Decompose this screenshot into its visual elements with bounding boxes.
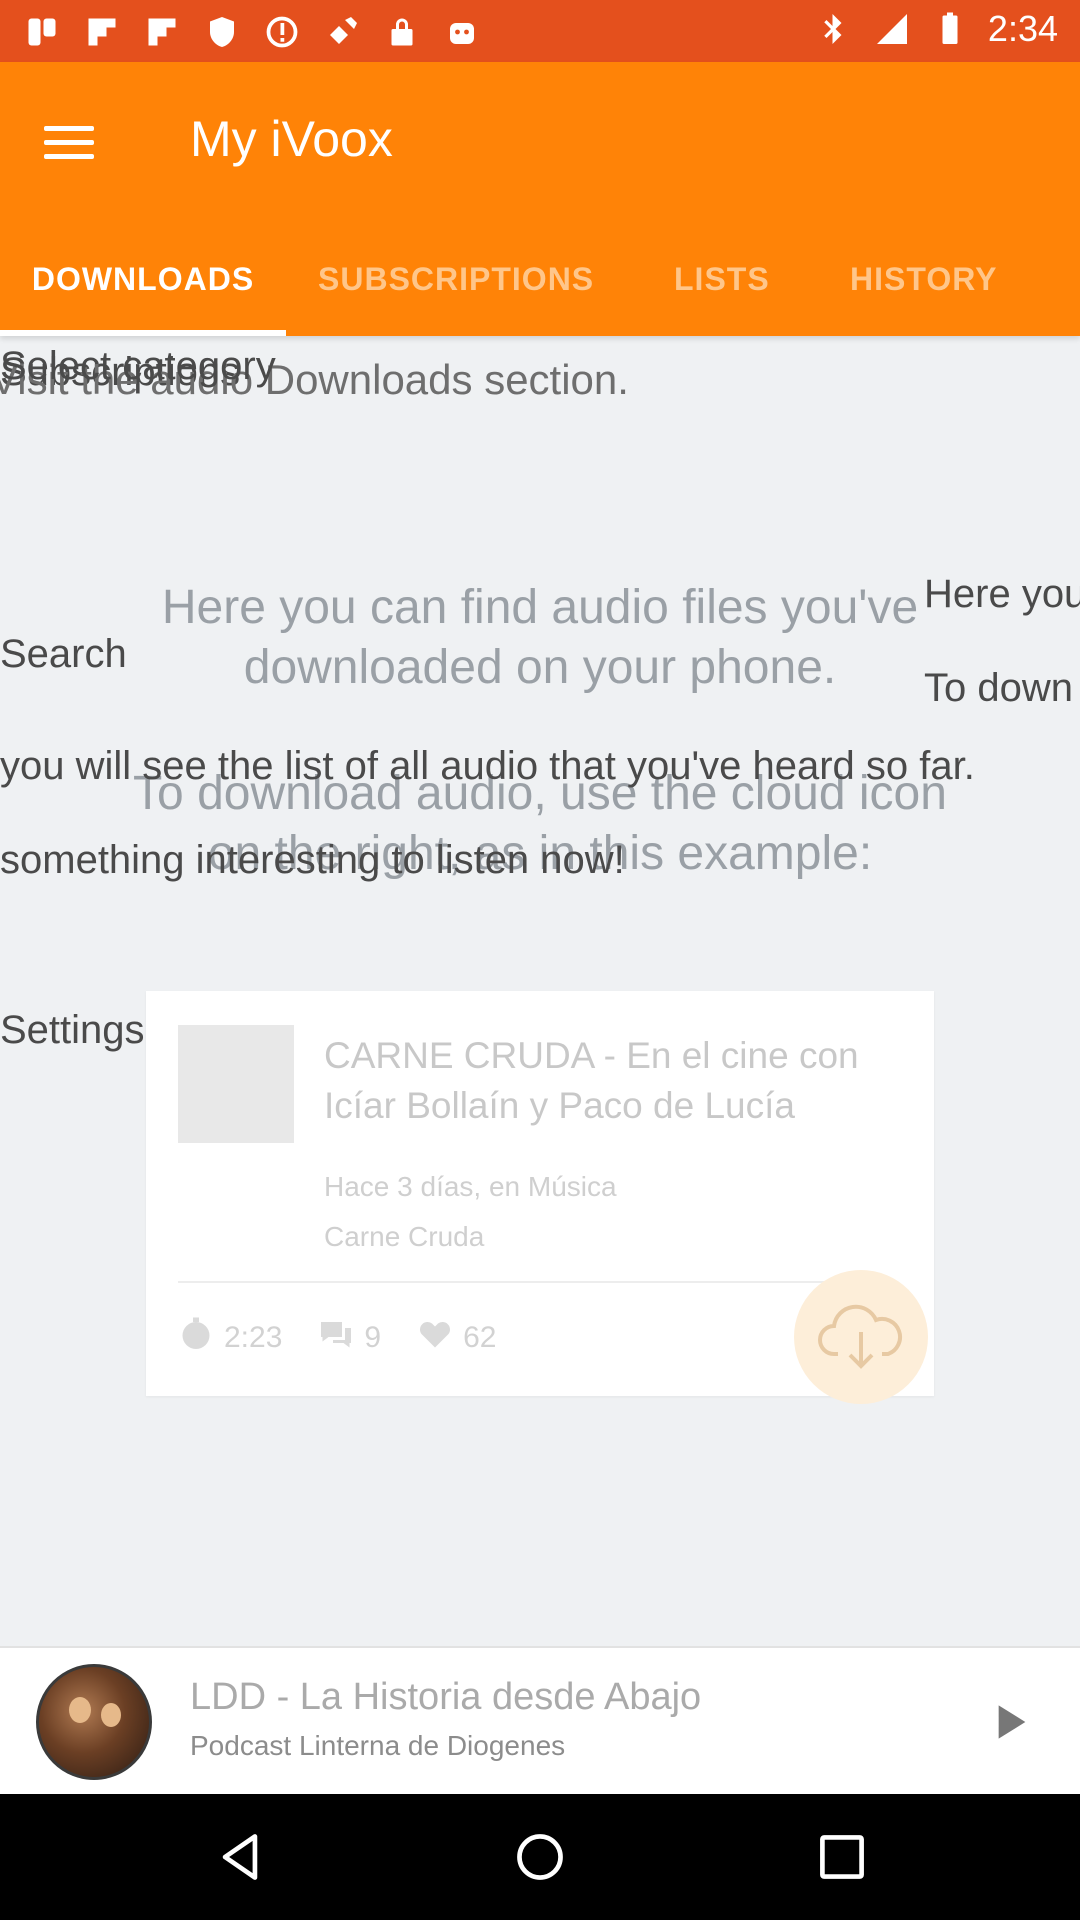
comments-stat: 9 [318,1316,381,1360]
flipboard-icon [82,12,122,52]
likes-count: 62 [463,1321,497,1354]
app-bar: My iVoox DOWNLOADS SUBSCRIPTIONS LISTS H… [0,62,1080,336]
system-nav-bar [0,1794,1080,1920]
downloads-intro-text: Here you can find audio files you've dow… [161,581,919,694]
android-icon [442,12,482,52]
status-bar: 2:34 [0,0,1080,62]
heart-icon [417,1316,453,1360]
flipboard-icon [142,12,182,52]
likes-stat: 62 [417,1316,496,1360]
overlay-history-hint: you will see the list of all audio that … [0,744,975,788]
page-title: My iVoox [190,111,393,167]
downloads-content: Subscriptions Visit the audio Downloads … [0,336,1080,1646]
tab-bar: DOWNLOADS SUBSCRIPTIONS LISTS HISTORY [0,222,1080,336]
satellite-icon [322,12,362,52]
status-right: 2:34 [814,8,1058,50]
notification-icons [22,12,482,52]
comments-count: 9 [364,1321,382,1354]
cloud-download-icon[interactable] [794,1270,928,1404]
clock: 2:34 [987,8,1058,49]
player-subtitle: Podcast Linterna de Diogenes [190,1730,566,1761]
home-icon[interactable] [510,1827,570,1887]
battery-icon [930,9,970,49]
podcast-avatar [36,1664,152,1780]
duration-value: 2:23 [224,1321,283,1354]
audio-stats: 2:23 9 62 [178,1316,518,1360]
play-icon[interactable] [988,1698,1036,1746]
duration-stat: 2:23 [178,1316,282,1360]
tab-lists[interactable]: LISTS [674,222,770,336]
player-title: LDD - La Historia desde Abajo [190,1676,702,1718]
shield-icon [202,12,242,52]
overlay-settings: Settings [0,1008,145,1052]
app-icon [22,12,62,52]
clock-icon [178,1316,214,1360]
hamburger-menu-icon[interactable] [44,112,104,172]
audio-author: Carne Cruda [324,1221,485,1252]
tab-history[interactable]: HISTORY [850,222,997,336]
audio-date-category: Hace 3 días, en Música [324,1171,617,1202]
audio-thumbnail [178,1025,294,1143]
bluetooth-icon [814,9,854,49]
card-divider [178,1281,868,1283]
tab-downloads[interactable]: DOWNLOADS [0,222,286,336]
lock-icon [382,12,422,52]
overlay-select-category: Select category [0,344,276,388]
mini-player[interactable]: LDD - La Historia desde Abajo Podcast Li… [0,1646,1080,1794]
comments-icon [318,1316,354,1360]
overlay-interesting: something interesting to listen now! [0,838,625,882]
back-icon[interactable] [210,1827,270,1887]
tab-subscriptions[interactable]: SUBSCRIPTIONS [318,222,594,336]
signal-icon [872,9,912,49]
info-icon [262,12,302,52]
recents-icon[interactable] [812,1827,872,1887]
audio-title: CARNE CRUDA - En el cine con Icíar Bolla… [324,1035,859,1126]
